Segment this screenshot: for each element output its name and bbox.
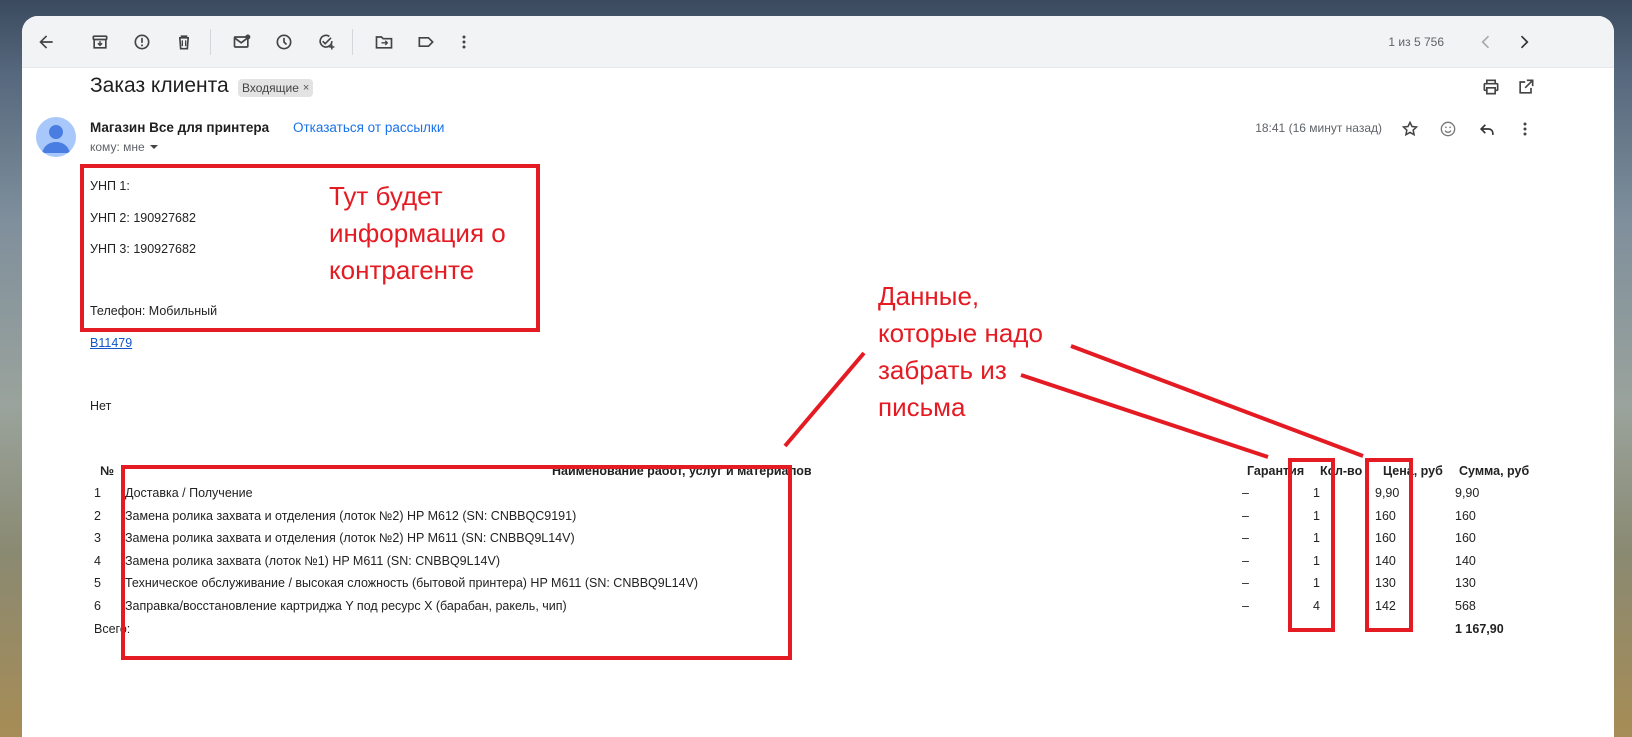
email-window: 1 из 5 756 Заказ клиента Входящие × Мага… — [22, 16, 1614, 737]
arrow-to-items — [783, 351, 866, 448]
window-scroll-edge — [1614, 16, 1632, 737]
arrow-to-qty — [1020, 373, 1269, 459]
annotation-arrows — [783, 344, 1364, 459]
